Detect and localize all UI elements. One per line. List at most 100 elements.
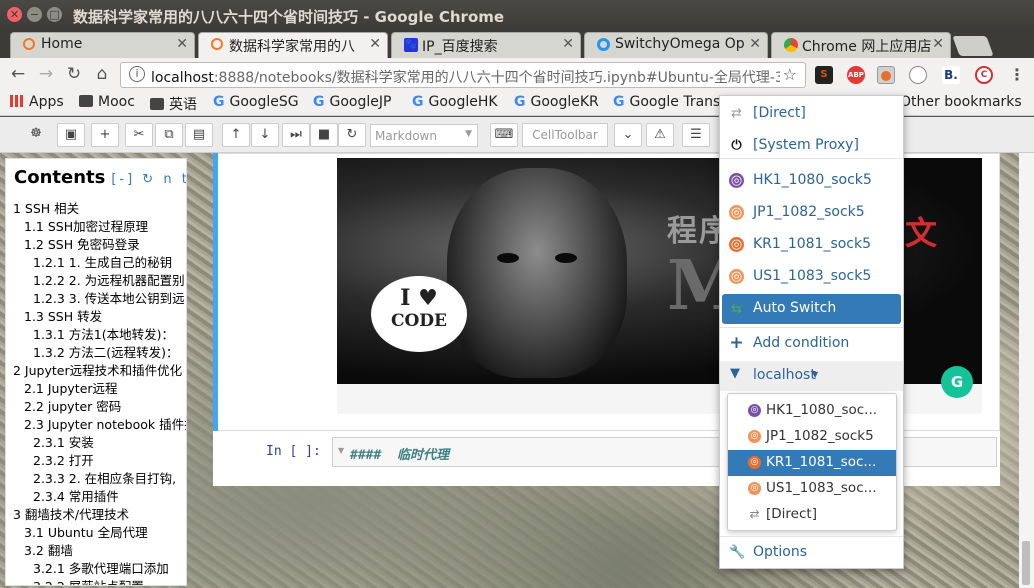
proxy-profile-jp1[interactable]: ◎ JP1_1082_sock5: [720, 197, 903, 229]
host-menu-item-kr1[interactable]: ◎ KR1_1081_soc...: [728, 450, 896, 476]
toc-item[interactable]: 3.2.2 屏蔽站点配置: [33, 576, 144, 585]
tab-home[interactable]: Home ✕: [10, 32, 195, 58]
toc-item[interactable]: 2 Jupyter远程技术和插件优化: [13, 360, 182, 379]
tab-chrome-store[interactable]: Chrome 网上应用店 ✕: [771, 32, 951, 58]
bookmark-folder-mooc[interactable]: Mooc: [79, 94, 135, 110]
bookmark-star-icon[interactable]: ☆: [779, 65, 797, 84]
minimize-window-button[interactable]: −: [27, 7, 42, 22]
host-menu-item-direct[interactable]: ⇄ [Direct]: [728, 502, 896, 528]
auto-switch-icon: ⇆: [731, 302, 742, 317]
stop-icon[interactable]: ■: [310, 123, 338, 147]
warning-icon[interactable]: ⚠: [646, 123, 674, 147]
toc-item[interactable]: 1.1 SSH加密过程原理: [24, 216, 148, 235]
toc-item[interactable]: 3.2.1 多歌代理端口添加: [33, 558, 169, 577]
info-icon[interactable]: i: [129, 66, 145, 82]
bookmark-folder-english[interactable]: 英语: [150, 94, 197, 114]
proxy-profile-hk1[interactable]: ◎ HK1_1080_sock5: [720, 165, 903, 197]
tab-close-icon[interactable]: ✕: [562, 36, 574, 52]
new-tab-button[interactable]: [952, 36, 994, 56]
proxy-auto-switch-option[interactable]: ⇆ Auto Switch: [722, 294, 901, 324]
toc-item[interactable]: 1.2.2 2. 为远程机器配置别: [33, 270, 185, 289]
bookmark-googlekr[interactable]: G GoogleKR: [514, 94, 599, 110]
host-condition-row[interactable]: ▼ localhost ▼: [720, 361, 903, 391]
adblock-icon[interactable]: ABP: [847, 66, 865, 84]
switchyomega-extension-icon[interactable]: [877, 66, 895, 84]
host-menu-item-hk1[interactable]: ◎ HK1_1080_soc...: [728, 398, 896, 424]
insert-cell-icon[interactable]: +: [91, 123, 119, 147]
toc-list-icon[interactable]: ☰: [682, 123, 710, 147]
collapse-arrow-icon[interactable]: ▼: [338, 446, 344, 455]
toc-item[interactable]: 2.3.4 常用插件: [33, 486, 119, 505]
move-down-icon[interactable]: ↓: [251, 123, 279, 147]
paste-icon[interactable]: ▤: [185, 123, 213, 147]
tab-close-icon[interactable]: ✕: [932, 36, 944, 52]
chrome-menu-icon[interactable]: ⋮: [1008, 66, 1026, 84]
home-icon[interactable]: ⌂: [91, 64, 113, 84]
tab-close-icon[interactable]: ✕: [369, 36, 381, 52]
reload-icon[interactable]: ↻: [63, 64, 85, 84]
restart-icon[interactable]: ↻: [338, 123, 366, 147]
host-menu-item-jp1[interactable]: ◎ JP1_1082_sock5: [728, 424, 896, 450]
toc-item[interactable]: 3.1 Ubuntu 全局代理: [24, 522, 148, 541]
proxy-direct-option[interactable]: ⇄ [Direct]: [720, 98, 903, 130]
grammarly-icon[interactable]: G: [941, 366, 973, 398]
proxy-profile-us1[interactable]: ◎ US1_1083_sock5: [720, 261, 903, 293]
address-bar[interactable]: i localhost:8888/notebooks/数据科学家常用的八八六十四…: [120, 62, 806, 88]
toc-item[interactable]: 2.3.1 安装: [33, 432, 94, 451]
cut-icon[interactable]: ✂: [125, 123, 153, 147]
tab-baidu[interactable]: 🐾 IP_百度搜索 ✕: [391, 32, 581, 58]
scrollbar-thumb[interactable]: [1022, 541, 1030, 585]
search-extension-icon[interactable]: [909, 66, 927, 84]
keyboard-icon[interactable]: ⌨: [490, 123, 518, 147]
toc-item[interactable]: 1.3.1 方法1(本地转发)：: [33, 324, 174, 343]
maximize-window-button[interactable]: □: [47, 7, 62, 22]
toc-item[interactable]: 2.2 jupyter 密码: [24, 396, 121, 415]
toc-item[interactable]: 1.2.1 1. 生成自己的秘钥: [33, 252, 172, 271]
toc-item[interactable]: 2.3 Jupyter notebook 插件扩: [24, 414, 186, 433]
host-menu-item-us1[interactable]: ◎ US1_1083_soc...: [728, 476, 896, 502]
toc-item[interactable]: 1.3.2 方法二(远程转发)：: [33, 342, 179, 361]
toc-item[interactable]: 1.2.3 3. 传送本地公钥到远: [33, 288, 185, 307]
tab-notebook[interactable]: 数据科学家常用的八 ✕: [198, 32, 388, 58]
tab-switchyomega[interactable]: SwitchyOmega Op ✕: [584, 32, 768, 58]
other-bookmarks[interactable]: Other bookmarks: [900, 94, 1022, 110]
bookmark-googlejp[interactable]: G GoogleJP: [313, 94, 391, 110]
back-arrow-icon[interactable]: ←: [7, 64, 29, 84]
extension-c-icon[interactable]: C: [975, 66, 993, 84]
globe-icon: ◎: [729, 173, 744, 188]
tab-close-icon[interactable]: ✕: [176, 36, 188, 52]
save-icon[interactable]: ▣: [57, 123, 85, 147]
toc-item[interactable]: 2.1 Jupyter远程: [24, 378, 118, 397]
add-condition-option[interactable]: + Add condition: [720, 328, 903, 360]
forward-arrow-icon[interactable]: →: [35, 64, 57, 84]
celltoolbar-button[interactable]: CellToolbar: [522, 123, 608, 147]
divider: [720, 158, 903, 159]
toc-item[interactable]: 2.3.2 打开: [33, 450, 94, 469]
bookmark-googlehk[interactable]: G GoogleHK: [412, 94, 498, 110]
cell-type-select[interactable]: Markdown ▼: [370, 124, 478, 147]
copy-icon[interactable]: ⧉: [155, 123, 183, 147]
speech-line1: I ♥: [400, 285, 438, 311]
tab-close-icon[interactable]: ✕: [749, 36, 761, 52]
toc-item[interactable]: 1.3 SSH 转发: [24, 306, 102, 325]
move-up-icon[interactable]: ↑: [222, 123, 250, 147]
toc-item[interactable]: 2.3.3 2. 在相应条目打钩,: [33, 468, 176, 487]
bookmark-googlesg[interactable]: G GoogleSG: [213, 94, 299, 110]
run-icon[interactable]: ⏭: [282, 123, 310, 147]
bookmark-google-translate[interactable]: G Google Trans: [613, 94, 720, 110]
toc-item[interactable]: 3.2 翻墙: [24, 540, 73, 559]
extension-s-icon[interactable]: S: [815, 66, 833, 84]
toc-item[interactable]: 1.2 SSH 免密码登录: [24, 234, 140, 253]
bitly-icon[interactable]: B.: [942, 66, 960, 84]
input-prompt: In [ ]:: [266, 444, 321, 459]
collapse-icon[interactable]: ⌄: [614, 123, 642, 147]
proxy-profile-kr1[interactable]: ◎ KR1_1081_sock5: [720, 229, 903, 261]
page-scrollbar[interactable]: [1019, 153, 1034, 588]
bookmark-apps[interactable]: Apps: [10, 94, 64, 110]
ape-eye: [497, 253, 519, 263]
toc-item[interactable]: 3 翻墙技术/代理技术: [13, 504, 129, 523]
toc-controls[interactable]: [-] ↻ n t: [111, 172, 186, 187]
toc-item[interactable]: 1 SSH 相关: [13, 198, 79, 217]
close-window-button[interactable]: ✕: [7, 7, 22, 22]
options-link[interactable]: 🔧 Options: [720, 537, 903, 569]
